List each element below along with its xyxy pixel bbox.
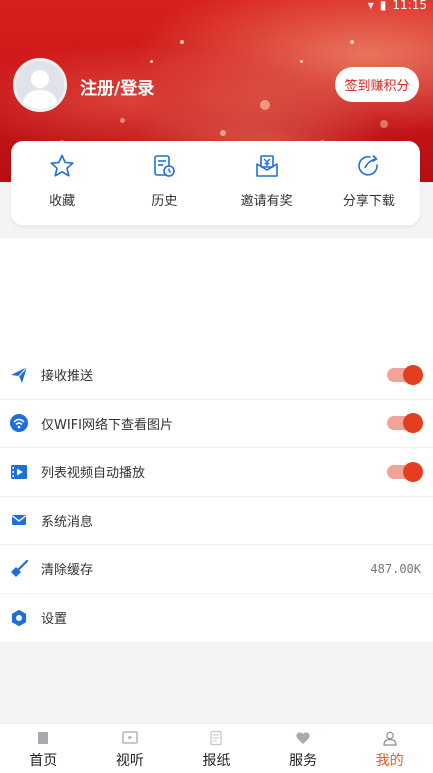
profile-icon <box>383 731 397 746</box>
quick-action-history[interactable]: 历史 <box>113 141 215 225</box>
nav-services[interactable]: 服务 <box>260 724 347 773</box>
nav-label: 报纸 <box>202 753 231 769</box>
star-icon <box>50 154 74 177</box>
status-bar: ▾ ▮ 11:15 <box>368 0 427 12</box>
bottom-nav: 首页 视听 报纸 服务 我的 <box>0 723 433 773</box>
setting-label: 列表视频自动播放 <box>41 466 146 482</box>
quick-action-favorites[interactable]: 收藏 <box>11 141 113 225</box>
quick-action-share[interactable]: 分享下载 <box>318 141 420 225</box>
mail-icon <box>9 510 29 530</box>
quick-action-invite[interactable]: 邀请有奖 <box>216 141 318 225</box>
wifi-images-toggle[interactable] <box>387 413 423 434</box>
setting-autoplay[interactable]: 列表视频自动播放 <box>0 448 433 497</box>
nav-label: 我的 <box>375 753 404 769</box>
heart-icon <box>296 732 310 744</box>
login-link[interactable]: 注册/登录 <box>80 74 154 99</box>
quick-action-label: 历史 <box>151 194 178 209</box>
setting-label: 清除缓存 <box>41 563 94 579</box>
autoplay-toggle[interactable] <box>387 461 423 482</box>
toggle-knob <box>403 364 423 385</box>
setting-settings[interactable]: 设置 <box>0 594 433 643</box>
setting-label: 系统消息 <box>41 514 94 530</box>
broom-icon <box>9 559 29 579</box>
user-silhouette-icon <box>22 70 58 109</box>
setting-system-messages[interactable]: 系统消息 <box>0 497 433 545</box>
gear-icon <box>9 608 29 628</box>
quick-actions-card: 收藏 历史 邀请有奖 分享下载 <box>11 141 420 225</box>
setting-clear-cache[interactable]: 清除缓存 487.00K <box>0 545 433 594</box>
quick-action-label: 分享下载 <box>342 194 395 209</box>
newspaper-icon <box>210 730 223 746</box>
toggle-knob <box>403 413 423 434</box>
paper-plane-icon <box>9 365 29 385</box>
nav-label: 视听 <box>115 753 144 769</box>
nav-newspaper[interactable]: 报纸 <box>173 724 260 773</box>
quick-action-label: 邀请有奖 <box>240 194 293 209</box>
battery-icon: ▮ <box>379 0 387 12</box>
status-time: 11:15 <box>392 0 427 12</box>
cache-size: 487.00K <box>370 561 421 576</box>
empty-content-area <box>0 238 433 351</box>
video-icon <box>9 462 29 482</box>
setting-label: 仅WIFI网络下查看图片 <box>41 417 173 433</box>
checkin-button[interactable]: 签到赚积分 <box>335 67 419 102</box>
share-icon <box>358 154 378 176</box>
home-icon <box>38 732 49 744</box>
setting-wifi-images[interactable]: 仅WIFI网络下查看图片 <box>0 400 433 448</box>
signal-icon: ▾ <box>367 0 374 12</box>
nav-av[interactable]: 视听 <box>87 724 174 773</box>
setting-label: 接收推送 <box>41 369 94 385</box>
quick-action-label: 收藏 <box>49 194 76 209</box>
invite-gift-icon <box>255 155 278 177</box>
nav-home[interactable]: 首页 <box>0 724 87 773</box>
setting-push[interactable]: 接收推送 <box>0 351 433 400</box>
toggle-knob <box>403 461 423 482</box>
nav-label: 服务 <box>289 753 318 769</box>
settings-list: 接收推送 仅WIFI网络下查看图片 列表视频自动播放 系统消息 清除缓存 487… <box>0 351 433 642</box>
nav-mine[interactable]: 我的 <box>346 724 433 773</box>
avatar[interactable] <box>13 58 67 112</box>
wifi-icon <box>9 413 29 433</box>
history-icon <box>154 155 176 177</box>
nav-label: 首页 <box>29 753 58 769</box>
tv-icon <box>122 731 138 744</box>
push-toggle[interactable] <box>387 364 423 385</box>
setting-label: 设置 <box>41 612 68 628</box>
